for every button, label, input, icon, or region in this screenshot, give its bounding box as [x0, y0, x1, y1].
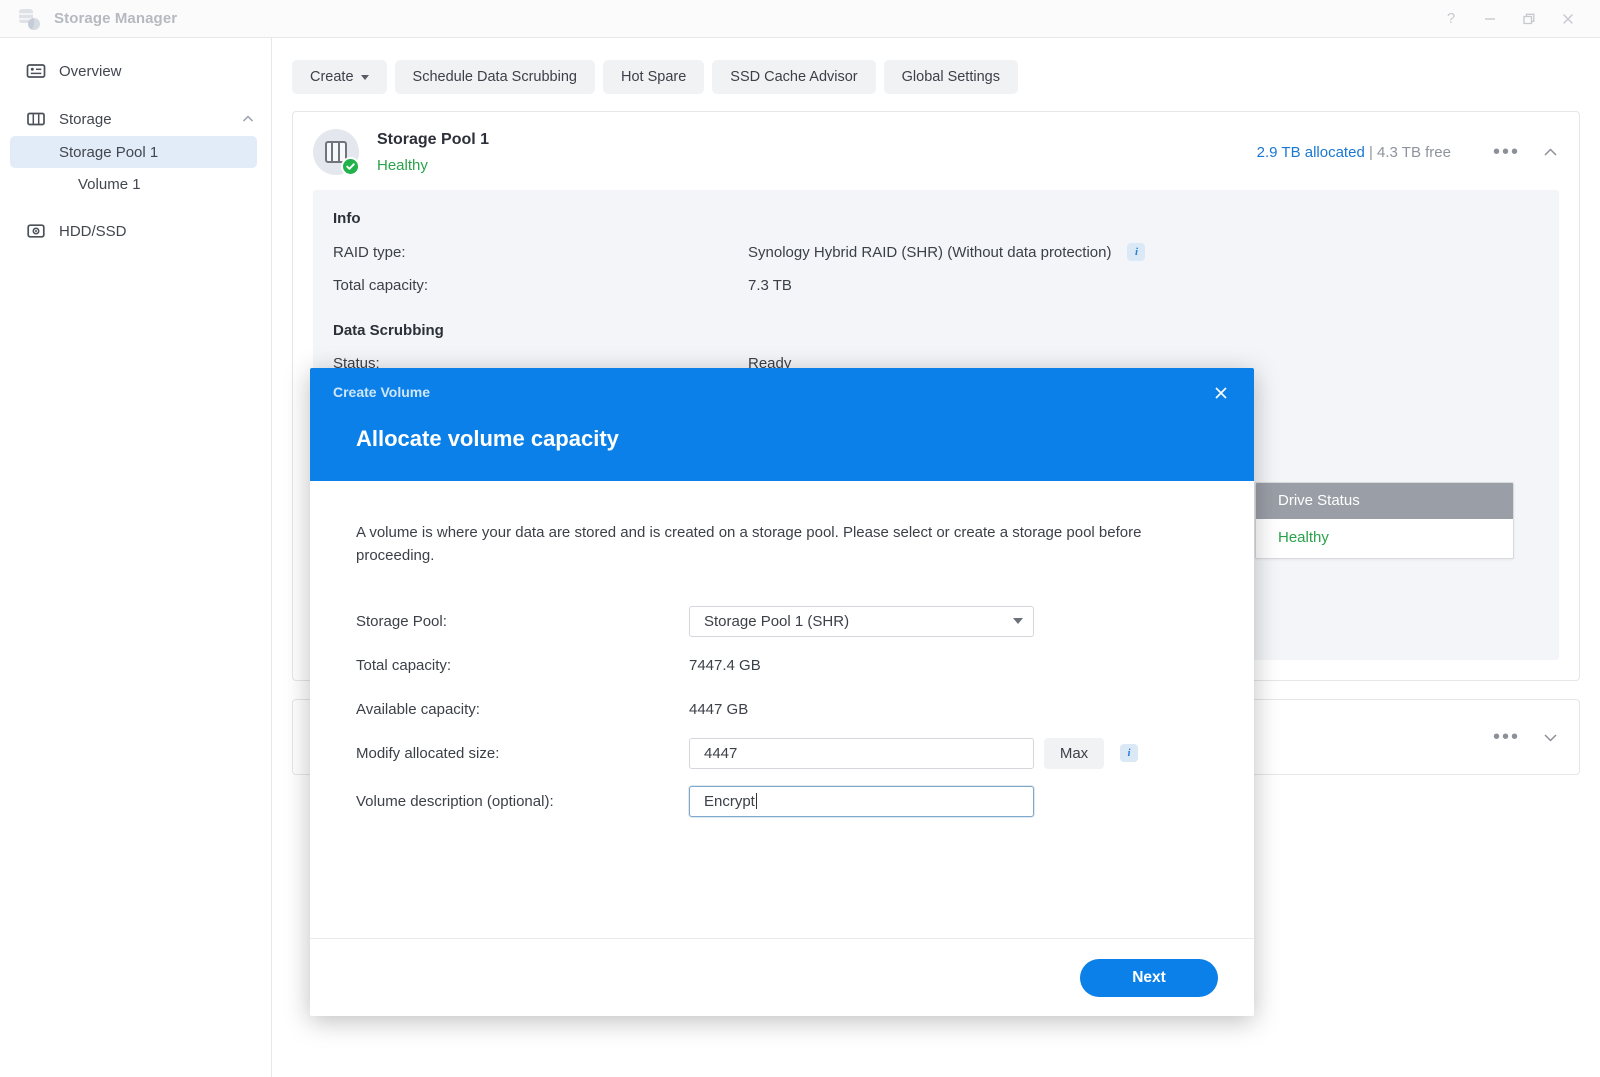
- status-badge: Healthy: [377, 156, 428, 174]
- dialog-description: A volume is where your data are stored a…: [356, 524, 1142, 564]
- info-section-title: Info: [333, 210, 361, 227]
- dialog-window-label: Create Volume: [333, 384, 430, 400]
- hot-spare-button[interactable]: Hot Spare: [602, 60, 705, 94]
- sidebar: Overview Storage Storage Pool 1 Volume 1…: [0, 38, 272, 1077]
- dialog-header: Create Volume Allocate volume capacity: [310, 368, 1254, 481]
- storage-pool-select[interactable]: Storage Pool 1 (SHR): [689, 605, 1034, 637]
- drive-bay-icon: [313, 129, 360, 176]
- chevron-up-icon[interactable]: [241, 112, 257, 126]
- minimize-button[interactable]: [1472, 4, 1508, 34]
- sidebar-item-label: Storage Pool 1: [59, 143, 159, 161]
- close-button[interactable]: [1550, 4, 1586, 34]
- dialog-body: A volume is where your data are stored a…: [310, 481, 1254, 938]
- storage-manager-window: Storage Manager ? Overview Storage Stora…: [0, 0, 1600, 1077]
- storage-pool-title: Storage Pool 1: [377, 130, 490, 148]
- toolbar: Create Schedule Data Scrubbing Hot Spare…: [292, 60, 1580, 94]
- field-available-capacity: Available capacity: 4447 GB: [356, 689, 1208, 729]
- storage-manager-icon: [17, 7, 41, 31]
- global-settings-button[interactable]: Global Settings: [883, 60, 1018, 94]
- info-row-value: Synology Hybrid RAID (SHR) (Without data…: [748, 243, 1112, 261]
- ellipsis-icon[interactable]: •••: [1493, 142, 1520, 162]
- available-capacity-value: 4447 GB: [689, 700, 749, 718]
- allocated-size-input[interactable]: 4447: [689, 737, 1034, 769]
- sidebar-item-overview[interactable]: Overview: [10, 54, 257, 88]
- field-storage-pool: Storage Pool: Storage Pool 1 (SHR): [356, 601, 1208, 641]
- chevron-up-icon[interactable]: [1542, 144, 1559, 161]
- capacity-separator: |: [1368, 143, 1373, 161]
- info-row-value: 7.3 TB: [748, 277, 792, 294]
- ssd-cache-advisor-button[interactable]: SSD Cache Advisor: [712, 60, 876, 94]
- field-allocated-size: Modify allocated size: 4447 Max i: [356, 733, 1208, 773]
- sidebar-item-label: Storage: [59, 110, 112, 128]
- overview-icon: [26, 61, 46, 81]
- window-title: Storage Manager: [54, 10, 178, 27]
- check-circle-icon: [341, 157, 360, 176]
- chevron-down-icon: [360, 74, 369, 80]
- window-controls: ?: [1433, 4, 1600, 34]
- volume-description-input[interactable]: Encrypt: [689, 785, 1034, 817]
- sidebar-item-label: Volume 1: [78, 175, 141, 193]
- dialog-footer: Next: [310, 938, 1254, 1016]
- text-caret: [755, 793, 757, 809]
- capacity-summary: 2.9 TB allocated | 4.3 TB free: [1257, 144, 1451, 161]
- storage-pool-titles: Storage Pool 1 Healthy: [377, 131, 489, 174]
- next-button[interactable]: Next: [1080, 958, 1218, 997]
- sidebar-item-storage[interactable]: Storage: [10, 102, 257, 136]
- field-total-capacity: Total capacity: 7447.4 GB: [356, 645, 1208, 685]
- info-row-key: Total capacity:: [333, 277, 429, 294]
- window-title-bar: Storage Manager ?: [0, 0, 1600, 38]
- info-icon[interactable]: i: [1120, 744, 1138, 762]
- info-row-total-capacity: Total capacity: 7.3 TB: [333, 277, 1539, 294]
- dialog-title: Allocate volume capacity: [356, 426, 619, 451]
- help-button[interactable]: ?: [1433, 4, 1469, 34]
- schedule-data-scrubbing-button[interactable]: Schedule Data Scrubbing: [394, 60, 595, 94]
- field-label: Volume description (optional):: [356, 792, 554, 810]
- max-button[interactable]: Max: [1044, 737, 1104, 769]
- drive-status-table: Drive Status Healthy: [1255, 482, 1514, 559]
- allocated-size-input-value: 4447: [704, 744, 738, 762]
- drive-status-header: Drive Status: [1256, 483, 1513, 519]
- capacity-allocated[interactable]: 2.9 TB allocated: [1257, 144, 1365, 161]
- close-icon[interactable]: [1208, 380, 1234, 406]
- hdd-ssd-icon: [26, 221, 46, 241]
- sidebar-item-label: Overview: [59, 62, 122, 80]
- field-label: Total capacity:: [356, 656, 452, 674]
- total-capacity-value: 7447.4 GB: [689, 656, 761, 674]
- info-row-key: RAID type:: [333, 243, 406, 261]
- chevron-down-icon: [1013, 618, 1023, 624]
- sidebar-item-hdd-ssd[interactable]: HDD/SSD: [10, 214, 257, 248]
- storage-pool-card-actions: •••: [1493, 142, 1559, 162]
- field-label: Storage Pool:: [356, 612, 447, 630]
- chevron-down-icon[interactable]: [1542, 729, 1559, 746]
- restore-button[interactable]: [1511, 4, 1547, 34]
- storage-pool-card-header: Storage Pool 1 Healthy 2.9 TB allocated …: [293, 112, 1579, 190]
- field-volume-description: Volume description (optional): Encrypt: [356, 781, 1208, 821]
- info-row-raid-type: RAID type: Synology Hybrid RAID (SHR) (W…: [333, 243, 1539, 261]
- sidebar-item-volume-1[interactable]: Volume 1: [10, 168, 257, 200]
- create-volume-dialog: Create Volume Allocate volume capacity A…: [310, 368, 1254, 1016]
- capacity-free: 4.3 TB free: [1377, 143, 1451, 161]
- create-button-label: Create: [310, 69, 354, 85]
- storage-pool-select-value: Storage Pool 1 (SHR): [704, 612, 850, 630]
- create-button[interactable]: Create: [292, 60, 387, 94]
- storage-icon: [26, 109, 46, 129]
- drive-status-cell: Healthy: [1256, 519, 1513, 558]
- sidebar-item-label: HDD/SSD: [59, 222, 127, 240]
- field-label: Available capacity:: [356, 700, 480, 718]
- field-label: Modify allocated size:: [356, 744, 500, 762]
- collapsed-card-actions: •••: [1493, 727, 1559, 747]
- info-icon[interactable]: i: [1127, 243, 1146, 261]
- sidebar-item-storage-pool-1[interactable]: Storage Pool 1: [10, 136, 257, 168]
- volume-description-input-value: Encrypt: [704, 792, 755, 810]
- ellipsis-icon[interactable]: •••: [1493, 727, 1520, 747]
- data-scrubbing-section-title: Data Scrubbing: [333, 322, 444, 339]
